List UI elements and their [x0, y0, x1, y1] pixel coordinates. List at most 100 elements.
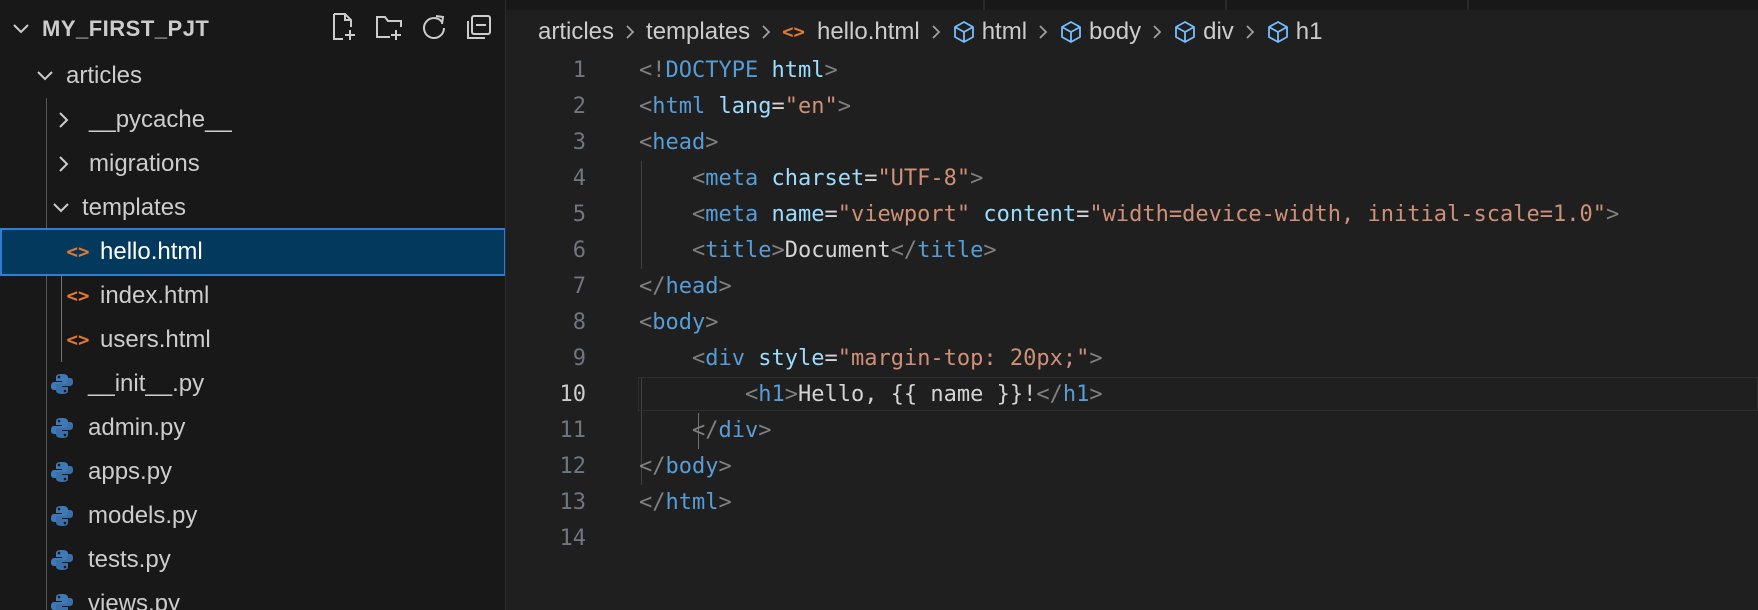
html-file-icon: <> — [782, 21, 805, 43]
tree-item-hello-html[interactable]: <> hello.html — [0, 228, 505, 276]
code-line[interactable]: 1 <!DOCTYPE html> — [506, 53, 1758, 89]
code-text: </head> — [639, 269, 732, 305]
new-file-button[interactable] — [330, 12, 358, 44]
code-token: > — [705, 310, 719, 335]
line-number: 7 — [572, 274, 586, 299]
tree-item-label: migrations — [89, 150, 200, 177]
refresh-icon — [420, 13, 448, 46]
code-text: <title>Document</title> — [639, 233, 997, 269]
code-line[interactable]: 3 <head> — [506, 125, 1758, 161]
line-number: 3 — [572, 130, 586, 155]
new-folder-button[interactable] — [375, 14, 403, 44]
code-token: </ — [1036, 382, 1063, 407]
code-token: div — [718, 418, 759, 443]
code-token: > — [758, 418, 772, 443]
tree-item-init-py[interactable]: __init__.py — [0, 362, 505, 406]
code-token: < — [691, 346, 706, 371]
code-token: "en" — [784, 94, 838, 119]
html-file-icon: <> — [66, 285, 90, 307]
code-token: > — [1089, 382, 1103, 407]
code-token: title — [705, 238, 772, 263]
breadcrumb-h1[interactable]: h1 — [1266, 18, 1322, 46]
code-line[interactable]: 7 </head> — [506, 269, 1758, 305]
tree-item-articles[interactable]: articles — [0, 54, 505, 98]
tree-item-migrations[interactable]: migrations — [0, 142, 505, 186]
code-text: <head> — [639, 125, 718, 161]
code-token: </ — [691, 418, 719, 443]
tree-item-label: users.html — [100, 326, 211, 353]
code-line[interactable]: 6 <title>Document</title> — [506, 233, 1758, 269]
code-token: > — [970, 166, 984, 191]
breadcrumb-articles[interactable]: articles — [538, 18, 614, 46]
chevron-right-icon — [55, 155, 73, 173]
code-token: = — [1076, 202, 1090, 227]
chevron-right-icon — [1152, 24, 1162, 40]
code-token: = — [771, 94, 785, 119]
tab-divider — [1225, 0, 1227, 10]
code-token: > — [705, 130, 719, 155]
tree-item-label: articles — [66, 62, 143, 89]
refresh-button[interactable] — [420, 14, 448, 44]
tree-item-views-py[interactable]: views.py — [0, 582, 505, 610]
breadcrumb-body[interactable]: body — [1059, 18, 1141, 46]
tree-item-users-html[interactable]: <> users.html — [0, 318, 505, 362]
breadcrumb-div[interactable]: div — [1173, 18, 1234, 46]
tree-item-label: admin.py — [88, 414, 186, 441]
code-line[interactable]: 2 <html lang="en"> — [506, 89, 1758, 125]
code-token: "viewport" — [837, 202, 971, 227]
breadcrumb-hello-html[interactable]: <> hello.html — [782, 18, 920, 46]
python-file-icon — [48, 592, 76, 610]
code-token: < — [639, 310, 653, 335]
code-line[interactable]: 5 <meta name="viewport" content="width=d… — [506, 197, 1758, 233]
tree-item-label: models.py — [88, 502, 198, 529]
code-token: DOCTYPE — [665, 58, 759, 83]
tab-divider — [983, 0, 985, 10]
chevron-down-icon — [52, 199, 70, 217]
code-line[interactable]: 14 — [506, 521, 1758, 557]
breadcrumb-html[interactable]: html — [952, 18, 1027, 46]
line-number: 12 — [559, 454, 587, 479]
code-text: <meta name="viewport" content="width=dev… — [639, 197, 1619, 233]
code-text: <div style="margin-top: 20px;"> — [639, 341, 1103, 377]
chevron-right-icon — [55, 111, 73, 129]
code-line[interactable]: 13 </html> — [506, 485, 1758, 521]
code-line[interactable]: 12 </body> — [506, 449, 1758, 485]
collapse-all-button[interactable] — [465, 14, 493, 44]
code-text: </html> — [639, 485, 732, 521]
line-number: 4 — [572, 166, 586, 191]
tree-item-models-py[interactable]: models.py — [0, 494, 505, 538]
breadcrumb-templates[interactable]: templates — [646, 18, 750, 46]
tree-item-index-html[interactable]: <> index.html — [0, 274, 505, 318]
breadcrumb: articles templates <> hello.html html bo… — [538, 12, 1322, 52]
code-token: < — [639, 94, 653, 119]
tree-item-templates[interactable]: templates — [0, 186, 505, 230]
code-token: Hello, {{ name }}! — [797, 382, 1037, 407]
code-token: </ — [639, 454, 666, 479]
code-line[interactable]: 11 </div> — [506, 413, 1758, 449]
code-line[interactable]: 8 <body> — [506, 305, 1758, 341]
breadcrumb-label: html — [981, 18, 1028, 45]
breadcrumb-label: body — [1089, 18, 1142, 45]
breadcrumb-label: hello.html — [816, 18, 920, 45]
code-token: head — [652, 130, 706, 155]
code-line[interactable]: 4 <meta charset="UTF-8"> — [506, 161, 1758, 197]
tree-item-tests-py[interactable]: tests.py — [0, 538, 505, 582]
tree-item-admin-py[interactable]: admin.py — [0, 406, 505, 450]
code-line[interactable]: 10 <h1>Hello, {{ name }}!</h1> — [506, 377, 1758, 413]
tree-item-pycache[interactable]: __pycache__ — [0, 98, 505, 142]
code-token: head — [665, 274, 719, 299]
code-token: body — [665, 454, 719, 479]
tree-item-label: hello.html — [100, 238, 203, 265]
breadcrumb-label: articles — [538, 18, 615, 45]
code-line[interactable]: 9 <div style="margin-top: 20px;"> — [506, 341, 1758, 377]
code-token: > — [983, 238, 997, 263]
collapse-all-icon — [465, 13, 493, 46]
tree-item-label: views.py — [88, 590, 181, 610]
tree-item-label: __pycache__ — [89, 106, 232, 133]
code-token: > — [837, 94, 851, 119]
code-token: < — [744, 382, 759, 407]
tree-item-apps-py[interactable]: apps.py — [0, 450, 505, 494]
code-token: > — [784, 382, 798, 407]
code-text: <!DOCTYPE html> — [639, 53, 838, 89]
